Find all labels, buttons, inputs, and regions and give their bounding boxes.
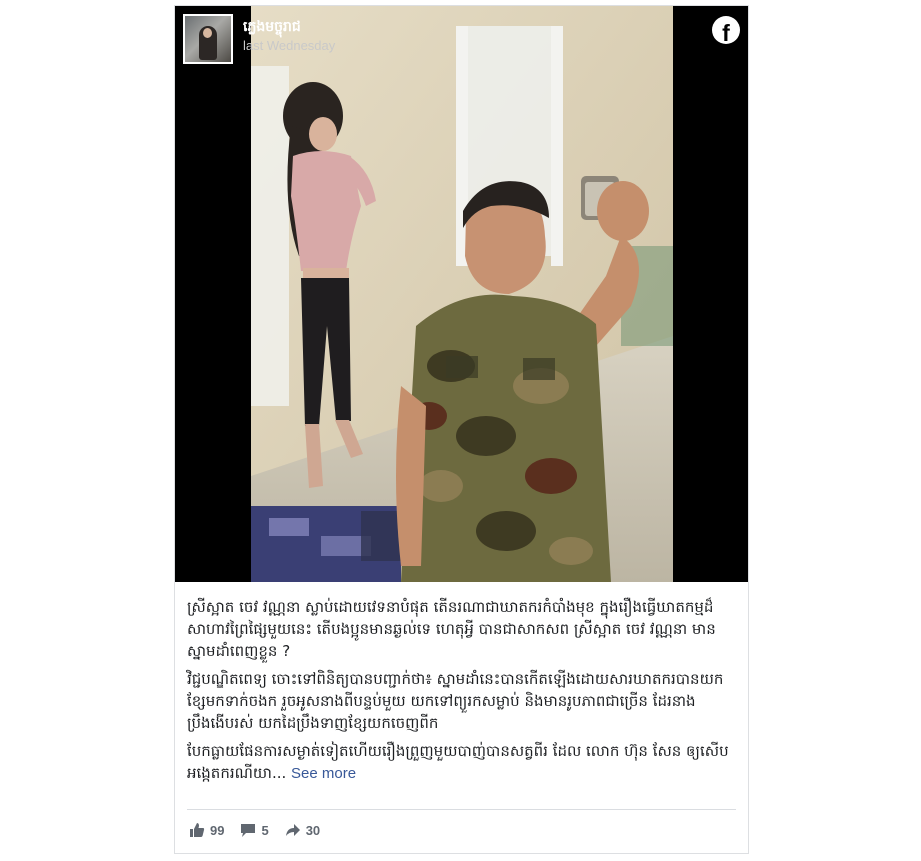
comments-stat[interactable]: 5	[240, 822, 269, 838]
caption-paragraph-text: បែកធ្លាយផែនការសម្ងាត់ទៀតហើយរឿងព្រួញមួយបា…	[187, 742, 729, 782]
see-more-link[interactable]: See more	[291, 765, 356, 782]
shares-stat[interactable]: 30	[285, 822, 320, 838]
post-photo[interactable]	[251, 6, 673, 582]
facebook-icon[interactable]: f	[712, 16, 740, 44]
author-name[interactable]: ភ្លេងមច្ចុរាជ	[243, 17, 335, 35]
likes-stat[interactable]: 99	[189, 822, 224, 838]
divider	[187, 809, 736, 810]
post-stats: 99 5 30	[189, 822, 336, 838]
post-timestamp[interactable]: last Wednesday	[243, 37, 335, 54]
photo-illustration	[251, 6, 673, 582]
share-icon	[285, 824, 300, 836]
thumbs-up-icon	[190, 823, 205, 837]
post-media[interactable]: ភ្លេងមច្ចុរាជ last Wednesday f	[175, 6, 748, 582]
post-header: ភ្លេងមច្ចុរាជ last Wednesday	[183, 14, 335, 68]
comments-count: 5	[261, 822, 269, 838]
comment-icon	[241, 824, 256, 837]
facebook-post-card: ភ្លេងមច្ចុរាជ last Wednesday f ស្រីស្អាត…	[174, 5, 749, 854]
post-header-text: ភ្លេងមច្ចុរាជ last Wednesday	[243, 17, 335, 54]
caption-paragraph: វិជ្ជបណ្ឌិតពេទ្យ ចោះទៅពិនិត្យបានបញ្ជាក់ថ…	[187, 670, 724, 732]
caption-paragraph: បែកធ្លាយផែនការសម្ងាត់ទៀតហើយរឿងព្រួញមួយបា…	[187, 740, 737, 785]
shares-count: 30	[305, 822, 321, 838]
avatar[interactable]	[183, 14, 233, 64]
caption-paragraph: ស្រីស្អាត ចេវ វណ្ណនា ស្លាប់ដោយវេទនាបំផុត…	[187, 598, 716, 660]
likes-count: 99	[210, 822, 225, 838]
post-caption: ស្រីស្អាត ចេវ វណ្ណនា ស្លាប់ដោយវេទនាបំផុត…	[187, 596, 737, 791]
